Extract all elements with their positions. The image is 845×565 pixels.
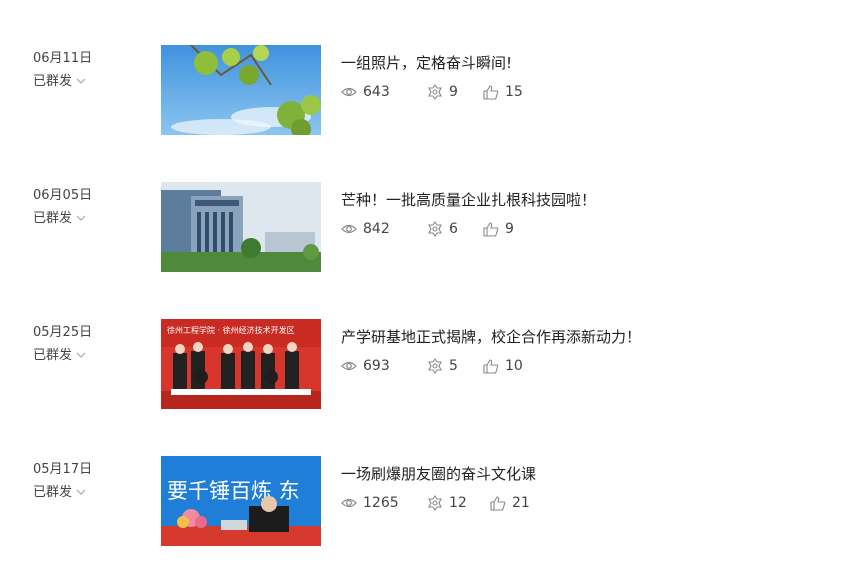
share-icon bbox=[428, 358, 442, 374]
article-title[interactable]: 一场刷爆朋友圈的奋斗文化课 bbox=[341, 463, 536, 484]
views-stat: 693 bbox=[341, 358, 427, 374]
shares-count: 6 bbox=[449, 221, 458, 237]
share-icon bbox=[428, 221, 442, 237]
status-label: 已群发 bbox=[33, 348, 73, 363]
status-dropdown[interactable]: 已群发 bbox=[33, 481, 87, 500]
share-icon bbox=[428, 84, 442, 100]
status-label: 已群发 bbox=[33, 211, 73, 226]
status-dropdown[interactable]: 已群发 bbox=[33, 344, 87, 363]
article-stats: 842 6 9 bbox=[341, 220, 514, 238]
likes-stat: 9 bbox=[483, 221, 514, 237]
shares-stat: 12 bbox=[427, 495, 490, 511]
likes-count: 10 bbox=[505, 358, 523, 374]
article-row: 05月25日 已群发 徐州工程学院 · 徐州经济技术开发区 产学研基地正式揭牌，… bbox=[0, 319, 845, 411]
article-thumbnail[interactable]: 徐州工程学院 · 徐州经济技术开发区 bbox=[161, 319, 321, 409]
views-count: 643 bbox=[363, 84, 390, 100]
status-dropdown[interactable]: 已群发 bbox=[33, 207, 87, 226]
article-row: 06月05日 已群发 芒种！一批高质量企业扎根科技园啦！ 842 6 9 bbox=[0, 182, 845, 274]
eye-icon bbox=[341, 498, 357, 508]
likes-count: 9 bbox=[505, 221, 514, 237]
article-row: 06月11日 已群发 一组照片，定格奋斗瞬间! 643 9 15 bbox=[0, 45, 845, 137]
article-stats: 1265 12 21 bbox=[341, 494, 530, 512]
views-stat: 1265 bbox=[341, 495, 427, 511]
banner-text: 要千锤百炼 东 bbox=[167, 479, 300, 503]
status-label: 已群发 bbox=[33, 485, 73, 500]
share-icon bbox=[428, 495, 442, 511]
views-count: 693 bbox=[363, 358, 390, 374]
likes-stat: 21 bbox=[490, 495, 530, 511]
article-title[interactable]: 产学研基地正式揭牌，校企合作再添新动力！ bbox=[341, 326, 641, 347]
publish-date: 06月05日 bbox=[33, 188, 93, 203]
publish-date: 06月11日 bbox=[33, 51, 93, 66]
shares-count: 5 bbox=[449, 358, 458, 374]
views-count: 1265 bbox=[363, 495, 399, 511]
views-stat: 643 bbox=[341, 84, 427, 100]
article-title[interactable]: 一组照片，定格奋斗瞬间! bbox=[341, 52, 512, 73]
publish-date: 05月25日 bbox=[33, 325, 93, 340]
article-thumbnail[interactable] bbox=[161, 45, 321, 135]
thumbs-up-icon bbox=[483, 358, 499, 374]
chevron-down-icon bbox=[76, 352, 86, 358]
thumbs-up-icon bbox=[483, 221, 499, 237]
status-dropdown[interactable]: 已群发 bbox=[33, 70, 87, 89]
article-row: 05月17日 已群发 要千锤百炼 东 一场刷爆朋友圈的奋斗文化课 1265 12 bbox=[0, 456, 845, 548]
chevron-down-icon bbox=[76, 489, 86, 495]
views-count: 842 bbox=[363, 221, 390, 237]
eye-icon bbox=[341, 224, 357, 234]
eye-icon bbox=[341, 87, 357, 97]
chevron-down-icon bbox=[76, 215, 86, 221]
publish-date: 05月17日 bbox=[33, 462, 93, 477]
thumbs-up-icon bbox=[490, 495, 506, 511]
thumbs-up-icon bbox=[483, 84, 499, 100]
chevron-down-icon bbox=[76, 78, 86, 84]
status-label: 已群发 bbox=[33, 74, 73, 89]
likes-count: 15 bbox=[505, 84, 523, 100]
eye-icon bbox=[341, 361, 357, 371]
article-thumbnail[interactable]: 要千锤百炼 东 bbox=[161, 456, 321, 546]
likes-stat: 15 bbox=[483, 84, 523, 100]
article-stats: 693 5 10 bbox=[341, 357, 523, 375]
shares-count: 9 bbox=[449, 84, 458, 100]
likes-stat: 10 bbox=[483, 358, 523, 374]
article-thumbnail[interactable] bbox=[161, 182, 321, 272]
banner-text: 徐州工程学院 · 徐州经济技术开发区 bbox=[167, 325, 295, 335]
article-stats: 643 9 15 bbox=[341, 83, 523, 101]
article-title[interactable]: 芒种！一批高质量企业扎根科技园啦！ bbox=[341, 189, 596, 210]
shares-stat: 6 bbox=[427, 221, 483, 237]
likes-count: 21 bbox=[512, 495, 530, 511]
shares-stat: 5 bbox=[427, 358, 483, 374]
shares-count: 12 bbox=[449, 495, 467, 511]
views-stat: 842 bbox=[341, 221, 427, 237]
shares-stat: 9 bbox=[427, 84, 483, 100]
